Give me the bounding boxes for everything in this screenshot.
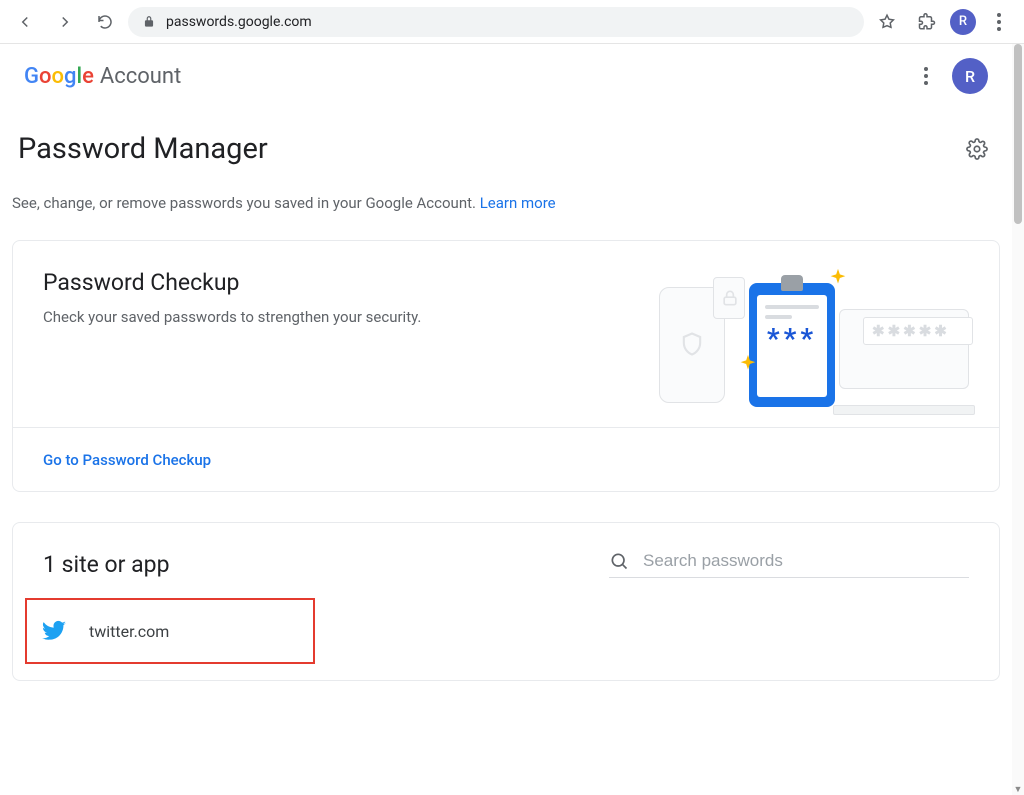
checkup-subtitle: Check your saved passwords to strengthen… (43, 308, 609, 326)
asterisks-icon: *** (765, 325, 819, 353)
address-bar[interactable]: passwords.google.com (128, 7, 864, 37)
bookmark-button[interactable] (870, 5, 904, 39)
browser-toolbar: passwords.google.com R (0, 0, 1024, 44)
lock-icon (142, 15, 156, 29)
reload-icon (96, 13, 114, 31)
avatar-initial: R (959, 14, 967, 29)
password-checkup-card: Password Checkup Check your saved passwo… (12, 240, 1000, 492)
account-avatar[interactable]: R (952, 58, 988, 94)
product-name: Account (100, 64, 181, 89)
star-icon (878, 13, 896, 31)
chrome-menu-button[interactable] (982, 5, 1016, 39)
sparkle-icon (827, 267, 849, 289)
google-account-logo[interactable]: Google Account (24, 64, 181, 89)
avatar-initial: R (965, 67, 975, 86)
learn-more-link[interactable]: Learn more (480, 194, 556, 212)
scrollbar-thumb[interactable] (1014, 44, 1022, 224)
google-wordmark: Google (24, 64, 94, 89)
twitter-icon (41, 618, 67, 644)
page-title: Password Manager (18, 132, 268, 166)
saved-sites-card: 1 site or app twitter.com (12, 522, 1000, 681)
shield-icon (678, 328, 706, 360)
arrow-left-icon (16, 13, 34, 31)
extensions-button[interactable] (910, 5, 944, 39)
page-content: Google Account R Password Manager See, c… (0, 44, 1012, 795)
clipboard-illustration: *** (749, 283, 835, 407)
laptop-base (833, 405, 975, 415)
password-field-illustration: ✱✱✱✱✱ (863, 317, 973, 345)
site-row-twitter[interactable]: twitter.com (25, 598, 315, 664)
back-button[interactable] (8, 5, 42, 39)
site-name: twitter.com (89, 622, 169, 641)
checkup-title: Password Checkup (43, 269, 609, 296)
scroll-down-icon: ▼ (1012, 783, 1024, 795)
app-menu-button[interactable] (916, 67, 936, 85)
go-to-checkup-link[interactable]: Go to Password Checkup (43, 451, 211, 469)
search-passwords-input[interactable] (643, 551, 969, 571)
search-icon (609, 551, 629, 571)
search-passwords-field[interactable] (609, 551, 969, 578)
arrow-right-icon (56, 13, 74, 31)
sites-count-label: 1 site or app (43, 551, 169, 578)
chrome-profile-avatar[interactable]: R (950, 9, 976, 35)
settings-button[interactable] (966, 138, 988, 160)
description-text: See, change, or remove passwords you sav… (12, 194, 480, 212)
puzzle-icon (918, 13, 936, 31)
url-text: passwords.google.com (166, 14, 312, 30)
checkup-illustration: ✱✱✱✱✱ *** (629, 269, 969, 409)
page-description: See, change, or remove passwords you sav… (0, 174, 1012, 240)
forward-button[interactable] (48, 5, 82, 39)
app-header: Google Account R (0, 44, 1012, 108)
page-scrollbar[interactable]: ▲ ▼ (1012, 44, 1024, 795)
sparkle-icon (737, 353, 759, 375)
vertical-dots-icon (989, 13, 1009, 31)
lock-icon (720, 288, 740, 308)
reload-button[interactable] (88, 5, 122, 39)
lock-device-illustration (713, 277, 745, 319)
